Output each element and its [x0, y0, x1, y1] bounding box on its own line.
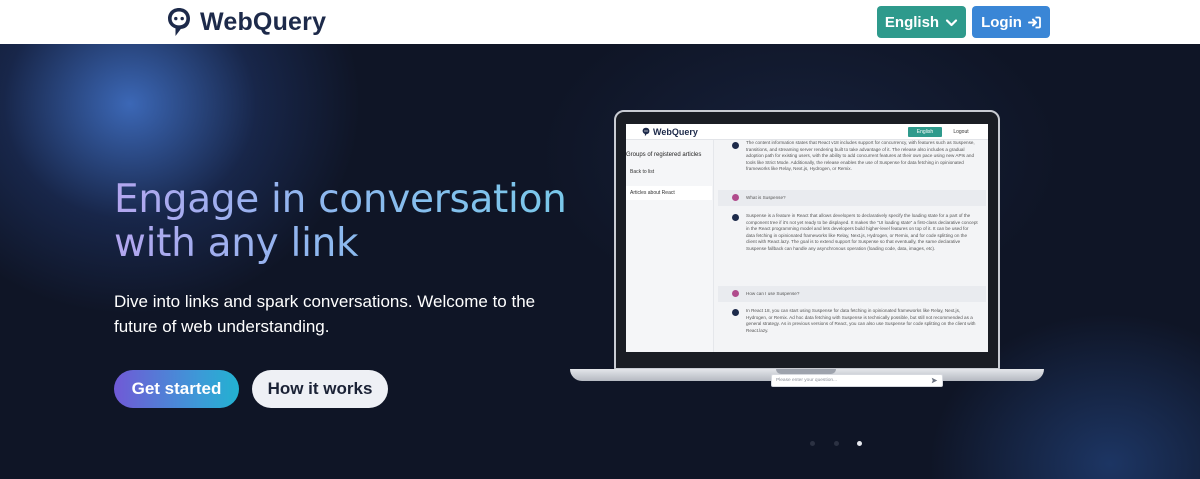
preview-sidebar: Groups of registered articles Back to li… — [626, 140, 714, 352]
preview-logo-icon — [642, 127, 650, 137]
preview-message-bot-1: The content information states that Reac… — [718, 140, 986, 188]
login-button[interactable]: Login — [972, 6, 1050, 38]
preview-message-bot-2: Suspense is a feature in React that allo… — [718, 210, 986, 282]
preview-message-text: How can I use Suspense? — [746, 291, 800, 296]
user-avatar-icon — [732, 194, 739, 201]
app-preview-screen: WebQuery English Logout Groups of regist… — [626, 124, 988, 352]
preview-message-text: What is Suspense? — [746, 195, 786, 200]
preview-message-user-1: What is Suspense? — [718, 190, 986, 206]
brand-logo-link[interactable]: WebQuery — [166, 6, 326, 38]
hero-section: Engage in conversation with any link Div… — [0, 44, 1200, 479]
bot-avatar-icon — [732, 214, 739, 221]
send-icon — [931, 377, 938, 384]
preview-navbar: WebQuery English Logout — [626, 124, 988, 140]
chevron-down-icon — [945, 18, 958, 26]
language-dropdown-button[interactable]: English — [877, 6, 966, 38]
preview-sidebar-title: Groups of registered articles — [626, 152, 702, 158]
carousel-dot-1[interactable] — [810, 441, 815, 446]
preview-ask-input: Please enter your question... — [771, 374, 943, 387]
hero-subtitle: Dive into links and spark conversations.… — [114, 292, 536, 336]
brand-name: WebQuery — [200, 7, 327, 36]
bot-avatar-icon — [732, 309, 739, 316]
preview-chat-area: The content information states that Reac… — [718, 140, 986, 352]
preview-message-text: In React 18, you can start using Suspens… — [746, 308, 976, 333]
preview-message-text: The content information states that Reac… — [746, 140, 975, 172]
carousel-dot-2[interactable] — [834, 441, 839, 446]
hero-title-line-1: Engage in conversation — [114, 177, 567, 222]
preview-message-text: Suspense is a feature in React that allo… — [746, 213, 978, 251]
login-label: Login — [981, 13, 1022, 31]
preview-logout-button: Logout — [953, 129, 969, 135]
get-started-button[interactable]: Get started — [114, 370, 239, 408]
carousel-indicators — [810, 441, 870, 447]
preview-brand-name: WebQuery — [653, 127, 698, 137]
language-label: English — [884, 13, 940, 31]
how-it-works-button[interactable]: How it works — [252, 370, 388, 408]
top-navbar: WebQuery English Login — [0, 0, 1200, 44]
preview-language-button: English — [908, 127, 942, 137]
chat-bubble-logo-icon — [168, 8, 190, 36]
preview-message-bot-3: In React 18, you can start using Suspens… — [718, 305, 986, 345]
preview-sidebar-item-react: Articles about React — [626, 186, 712, 200]
user-avatar-icon — [732, 290, 739, 297]
hero-title-line-2: with any link — [114, 221, 359, 266]
preview-message-user-2: How can I use Suspense? — [718, 286, 986, 302]
preview-ask-placeholder: Please enter your question... — [776, 378, 838, 383]
carousel-dot-3[interactable] — [857, 441, 862, 446]
bot-avatar-icon — [732, 142, 739, 149]
preview-back-link: Back to list — [630, 169, 655, 175]
hero-title: Engage in conversation with any link — [114, 178, 567, 266]
sign-in-icon — [1027, 16, 1041, 28]
